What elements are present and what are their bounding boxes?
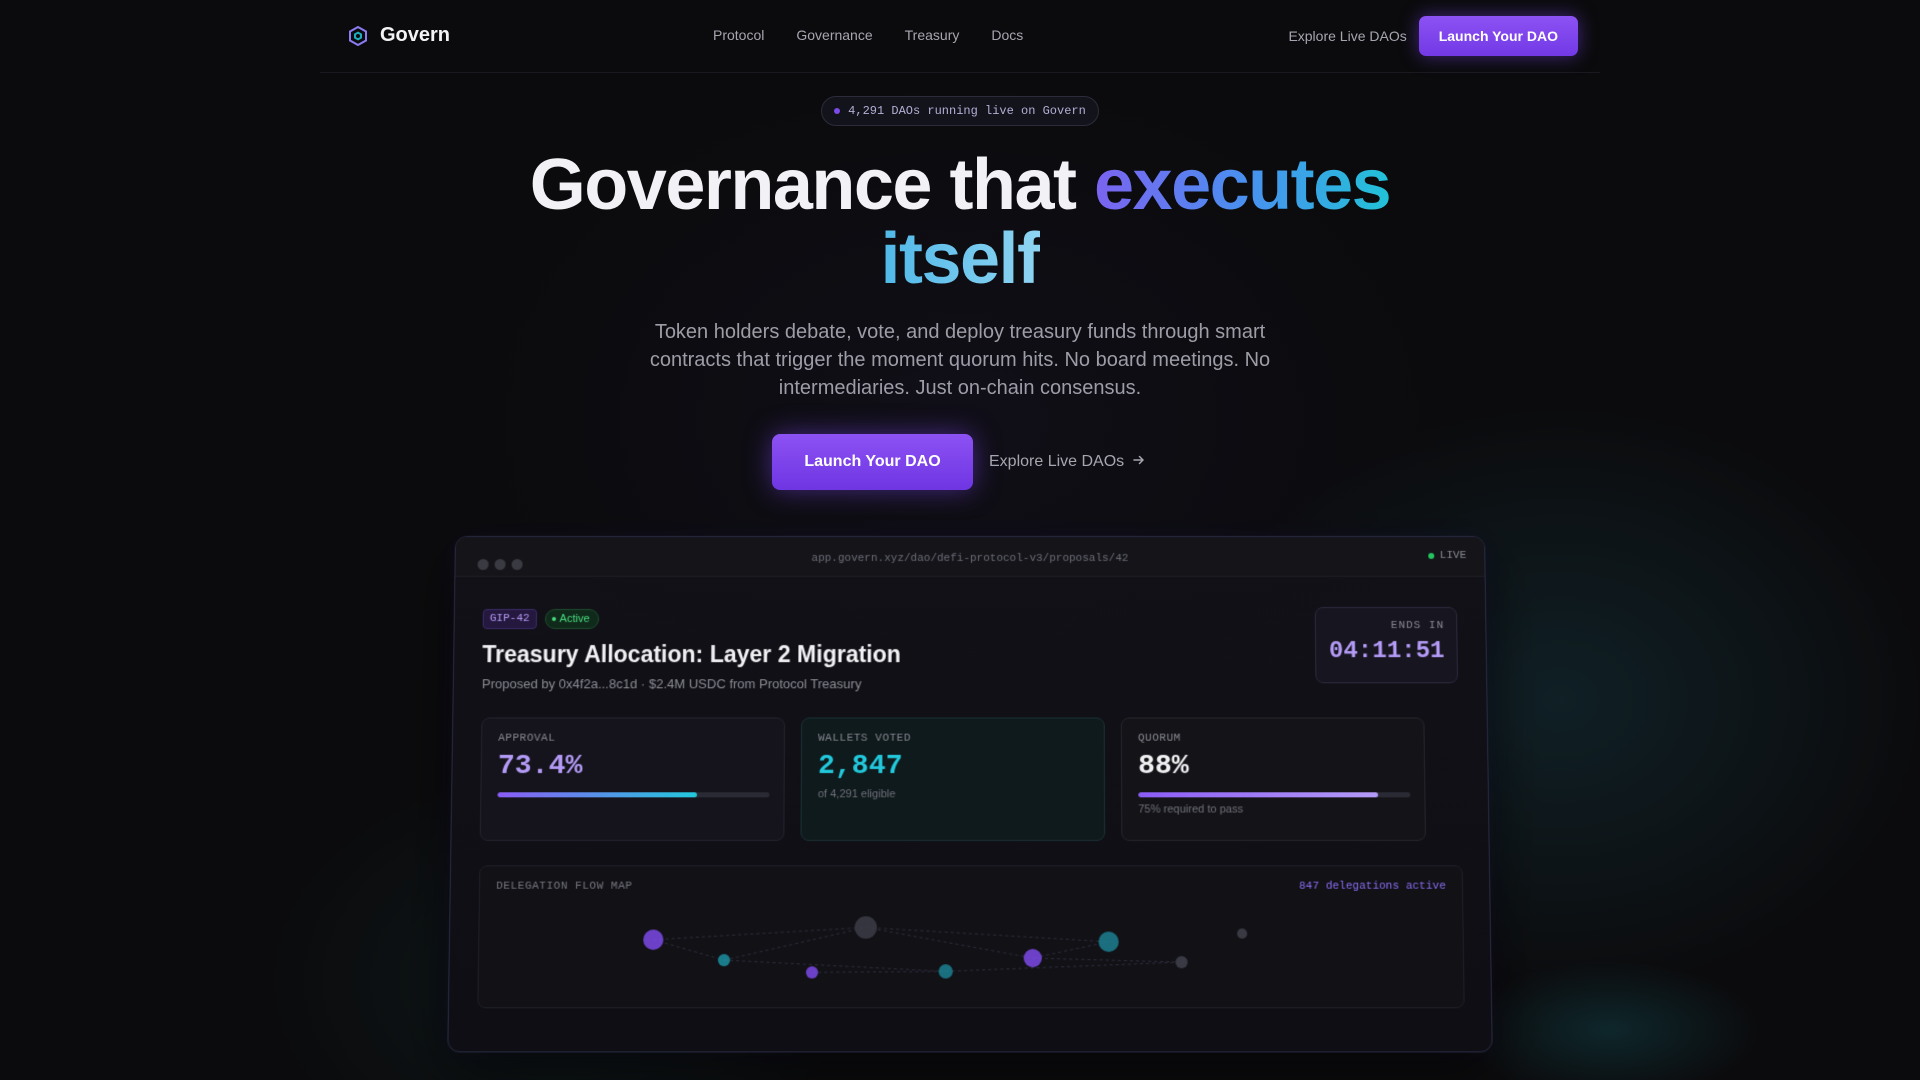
proposal-meta: Proposed by 0x4f2a...8c1d · $2.4M USDC f… [481,676,862,692]
flow-node [1023,948,1042,968]
live-dot-icon [1427,552,1434,559]
address-bar-url: app.govern.xyz/dao/defi-protocol-v3/prop… [811,552,1129,565]
hexagon-logo-icon [348,25,368,46]
delegation-flow-map: DELEGATION FLOW MAP 847 delegations acti… [477,865,1465,1009]
nav-link-treasury[interactable]: Treasury [905,27,960,43]
approval-value: 73.4% [497,750,583,783]
brand-name: Govern [380,24,451,46]
hero-headline: Governance that executes itself [0,148,1920,296]
arrow-right-icon [1132,453,1146,472]
hero-subtext: Token holders debate, vote, and deploy t… [649,321,1271,399]
approval-bar [497,792,770,798]
approval-label: APPROVAL [498,732,556,745]
proposal-tags: GIP-42 Active [482,608,1460,630]
background-glow [1460,960,1760,1080]
flow-nodes [643,916,1248,979]
dashboard-preview-window: app.govern.xyz/dao/defi-protocol-v3/prop… [447,536,1493,1053]
approval-bar-fill [497,792,698,798]
hero-explore-label: Explore Live DAOs [989,453,1125,470]
brand[interactable]: Govern [348,24,450,47]
flow-node [717,954,731,967]
flow-node [805,966,819,979]
top-nav: Govern Protocol Governance Treasury Docs… [320,0,1600,73]
flow-node [1237,928,1248,939]
proposal-title: Treasury Allocation: Layer 2 Migration [482,641,901,668]
headline-line2: itself [880,219,1041,299]
nav-links: Protocol Governance Treasury Docs [713,27,1023,43]
wallets-value: 2,847 [817,750,903,783]
live-indicator: LIVE [1427,549,1467,562]
countdown-box: ENDS IN 04:11:51 [1314,606,1459,684]
nav-launch-button[interactable]: Launch Your DAO [1418,16,1578,56]
nav-link-governance[interactable]: Governance [796,27,872,43]
hero-cta-row: Launch Your DAO Explore Live DAOs [772,434,1146,490]
delegations-active-count: 847 delegations active [1299,880,1446,893]
status-label: Active [559,612,590,626]
quorum-bar-fill [1138,792,1378,798]
flow-node [643,929,664,950]
flow-node [1098,931,1119,952]
quorum-sub: 75% required to pass [1138,803,1244,816]
nav-link-docs[interactable]: Docs [991,27,1023,43]
flow-node [854,916,877,939]
window-titlebar: app.govern.xyz/dao/defi-protocol-v3/prop… [455,536,1485,577]
quorum-label: QUORUM [1137,732,1181,745]
headline-plain: Governance that [529,145,1077,225]
hero-explore-link[interactable]: Explore Live DAOs [989,453,1146,472]
flow-node [938,964,953,979]
approval-card: APPROVAL 73.4% [479,717,786,841]
quorum-card: QUORUM 88% 75% required to pass [1120,717,1427,841]
badge-dot-icon [834,108,841,114]
proposal-id-tag: GIP-42 [482,608,537,630]
wallets-sub: of 4,291 eligible [817,788,896,801]
flow-node [1175,956,1188,969]
proposal-content: GIP-42 Active Treasury Allocation: Layer… [449,577,1491,1009]
countdown-label: ENDS IN [1390,620,1445,633]
countdown-time: 04:11:51 [1328,638,1445,666]
wallets-voted-card: WALLETS VOTED 2,847 of 4,291 eligible [800,717,1106,841]
live-label: LIVE [1439,549,1467,562]
headline-accent: executes [1093,145,1392,225]
status-dot-icon [551,616,556,622]
nav-explore-link[interactable]: Explore Live DAOs [1288,28,1406,44]
dao-count-badge: 4,291 DAOs running live on Govern [821,96,1099,126]
stats-row: APPROVAL 73.4% WALLETS VOTED 2,847 of 4,… [479,717,1463,841]
quorum-value: 88% [1138,750,1189,783]
nav-link-protocol[interactable]: Protocol [713,27,764,43]
quorum-bar [1138,792,1411,798]
wallets-label: WALLETS VOTED [818,732,911,745]
dao-count-text: 4,291 DAOs running live on Govern [848,104,1086,118]
status-badge: Active [544,608,599,630]
nav-actions: Explore Live DAOs Launch Your DAO [1288,16,1578,56]
hero-launch-button[interactable]: Launch Your DAO [772,434,973,490]
